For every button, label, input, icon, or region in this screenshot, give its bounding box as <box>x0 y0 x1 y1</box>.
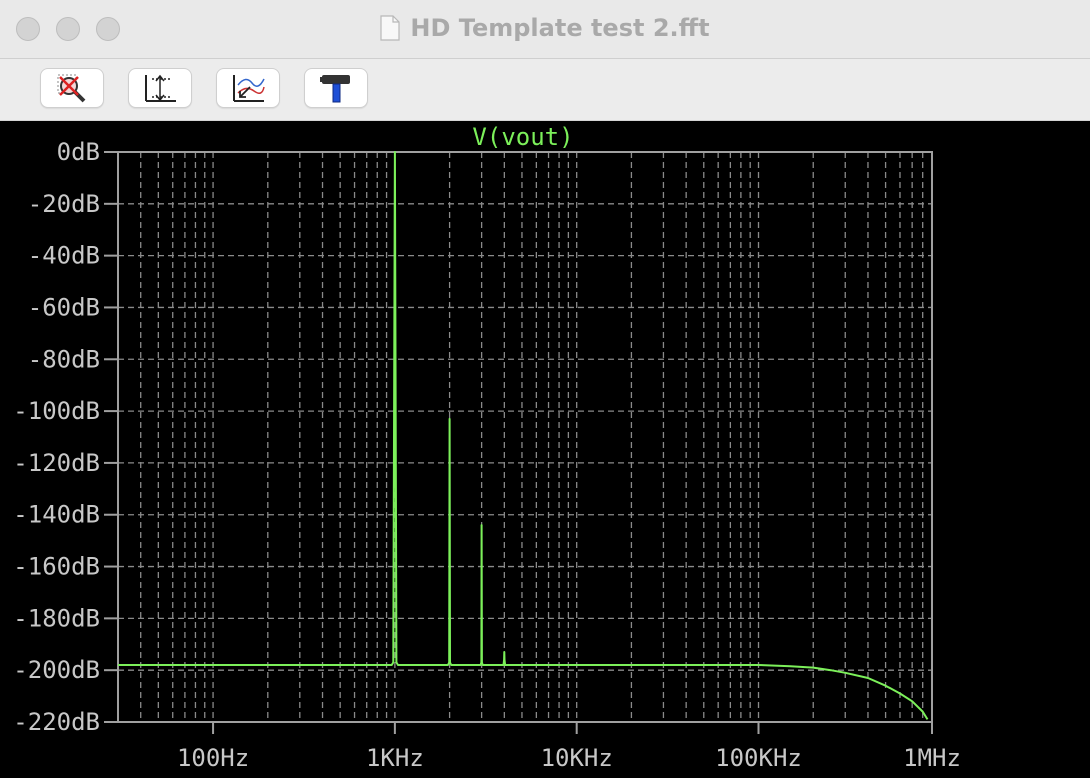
chart-title: V(vout) <box>472 123 573 151</box>
toolbar <box>0 59 1090 121</box>
fft-window: HD Template test 2.fft V(vout) 0dB -20dB… <box>0 0 1090 774</box>
y-tick-label: -220dB <box>13 708 100 736</box>
y-tick-label: -20dB <box>28 190 100 218</box>
y-tick-label: -100dB <box>13 397 100 425</box>
y-tick-label: 0dB <box>57 138 100 166</box>
y-tick-label: -80dB <box>28 345 100 373</box>
magnifier-crossed-icon <box>57 74 86 103</box>
window-title: HD Template test 2.fft <box>410 14 710 42</box>
zoom-back-icon <box>233 75 265 102</box>
x-tick-label: 10KHz <box>541 744 613 772</box>
x-tick-label: 1MHz <box>903 744 961 772</box>
y-tick-label: -160dB <box>13 553 100 581</box>
vout-trace <box>118 151 929 720</box>
x-tick-label: 100KHz <box>715 744 802 772</box>
autorange-button[interactable] <box>128 68 192 108</box>
y-tick-label: -60dB <box>28 293 100 321</box>
x-tick-label: 1KHz <box>366 744 424 772</box>
y-tick-label: -120dB <box>13 449 100 477</box>
settings-button[interactable] <box>304 68 368 108</box>
document-icon <box>380 15 401 41</box>
y-tick-label: -140dB <box>13 501 100 529</box>
y-tick-label: -200dB <box>13 656 100 684</box>
window-title-area: HD Template test 2.fft <box>0 14 1090 42</box>
zoom-back-button[interactable] <box>216 68 280 108</box>
x-tick-label: 100Hz <box>177 744 249 772</box>
plot-frame <box>117 151 933 723</box>
y-tick-label: -40dB <box>28 242 100 270</box>
fft-chart: V(vout) 0dB -20dB -40dB -60dB -80dB -100dB -12… <box>13 123 961 772</box>
plot-area: V(vout) 0dB -20dB -40dB -60dB -80dB -100dB -12… <box>0 121 1090 774</box>
zoom-cancel-button[interactable] <box>40 68 104 108</box>
hammer-icon <box>320 75 350 103</box>
title-bar: HD Template test 2.fft <box>0 0 1090 59</box>
autorange-axes-icon <box>145 74 176 102</box>
y-tick-label: -180dB <box>13 604 100 632</box>
